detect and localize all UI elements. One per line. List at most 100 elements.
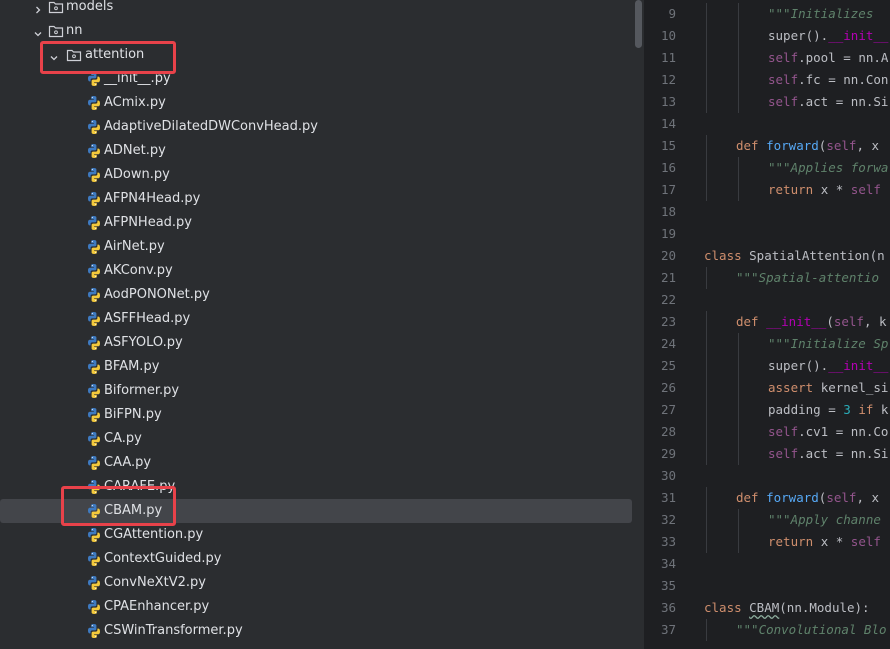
- tree-item-convnextv2-py[interactable]: ConvNeXtV2.py: [0, 571, 632, 595]
- tree-item-attention[interactable]: attention: [0, 43, 632, 67]
- python-file-icon: [86, 431, 102, 447]
- tree-item-carafe-py[interactable]: CARAFE.py: [0, 475, 632, 499]
- python-file-icon: [86, 191, 102, 207]
- tree-item-airnet-py[interactable]: AirNet.py: [0, 235, 632, 259]
- tree-item-ca-py[interactable]: CA.py: [0, 427, 632, 451]
- code-line[interactable]: class CBAM(nn.Module):: [704, 597, 870, 619]
- project-tree[interactable]: models nn attention __init__.py ACmix.py Adap…: [0, 0, 644, 649]
- code-line[interactable]: super().__init__: [768, 25, 888, 47]
- python-file-icon: [86, 359, 102, 375]
- code-token: """Convolutional Blo: [736, 622, 887, 637]
- code-token: return: [768, 534, 821, 549]
- line-number: 29: [660, 446, 676, 461]
- line-number: 24: [660, 336, 676, 351]
- line-number: 28: [660, 424, 676, 439]
- code-line[interactable]: self.act = nn.Si: [768, 443, 888, 465]
- tree-item-cbam-py[interactable]: CBAM.py: [0, 499, 632, 523]
- python-file-icon: [86, 215, 102, 231]
- code-line[interactable]: """Applies forwa: [768, 157, 888, 179]
- code-line[interactable]: return x * self: [768, 179, 881, 201]
- line-number: 18: [660, 204, 676, 219]
- code-line[interactable]: assert kernel_si: [768, 377, 888, 399]
- indent-guide: [738, 91, 739, 113]
- tree-item-adnet-py[interactable]: ADNet.py: [0, 139, 632, 163]
- code-line[interactable]: def forward(self, x: [736, 135, 879, 157]
- code-line[interactable]: """Initializes: [768, 3, 881, 25]
- indent-guide: [706, 333, 707, 355]
- indent-guide: [706, 267, 707, 289]
- chevron-down-icon[interactable]: [48, 49, 60, 61]
- tree-item-adown-py[interactable]: ADown.py: [0, 163, 632, 187]
- tree-item-akconv-py[interactable]: AKConv.py: [0, 259, 632, 283]
- line-number: 13: [660, 94, 676, 109]
- tree-item-bifpn-py[interactable]: BiFPN.py: [0, 403, 632, 427]
- code-token: , k: [863, 314, 887, 329]
- tree-item-cgattention-py[interactable]: CGAttention.py: [0, 523, 632, 547]
- chevron-right-icon[interactable]: [32, 1, 44, 14]
- code-token: self: [768, 72, 799, 87]
- code-line[interactable]: self.fc = nn.Con: [768, 69, 888, 91]
- line-number: 37: [660, 622, 676, 637]
- code-token: (nn.Module):: [779, 600, 870, 615]
- chevron-down-icon[interactable]: [32, 25, 44, 37]
- tree-item-caa-py[interactable]: CAA.py: [0, 451, 632, 475]
- python-file-icon: [86, 119, 102, 135]
- code-token: x *: [820, 534, 851, 549]
- tree-item-contextguided-py[interactable]: ContextGuided.py: [0, 547, 632, 571]
- code-line[interactable]: self.cv1 = nn.Co: [768, 421, 888, 443]
- code-line[interactable]: self.pool = nn.A: [768, 47, 888, 69]
- tree-item-adaptivedilateddwconvhead-py[interactable]: AdaptiveDilatedDWConvHead.py: [0, 115, 632, 139]
- line-number: 34: [660, 556, 676, 571]
- code-token: , x: [856, 138, 880, 153]
- python-file-icon: [86, 311, 102, 327]
- code-token: super().: [768, 28, 829, 43]
- code-token: kernel_si: [820, 380, 889, 395]
- code-line[interactable]: """Convolutional Blo: [736, 619, 887, 641]
- tree-item-label: AFPN4Head.py: [104, 191, 201, 206]
- tree-item-aodpononet-py[interactable]: AodPONONet.py: [0, 283, 632, 307]
- indent-guide: [738, 531, 739, 553]
- line-number: 35: [660, 578, 676, 593]
- tree-item-afpn4head-py[interactable]: AFPN4Head.py: [0, 187, 632, 211]
- tree-item-label: ConvNeXtV2.py: [104, 575, 206, 590]
- indent-guide: [706, 69, 707, 91]
- line-number: 20: [660, 248, 676, 263]
- tree-item-bfam-py[interactable]: BFAM.py: [0, 355, 632, 379]
- tree-item-nn[interactable]: nn: [0, 19, 632, 43]
- code-line[interactable]: """Initialize Sp: [768, 333, 888, 355]
- tree-item-acmix-py[interactable]: ACmix.py: [0, 91, 632, 115]
- code-token: super().: [768, 358, 829, 373]
- code-line[interactable]: padding = 3 if k: [768, 399, 888, 421]
- code-line[interactable]: def forward(self, x: [736, 487, 879, 509]
- python-file-icon: [86, 503, 102, 519]
- tree-scrollbar[interactable]: [635, 0, 642, 48]
- code-line[interactable]: super().__init__(: [768, 355, 890, 377]
- indent-guide: [738, 179, 739, 201]
- tree-item-cpaenhancer-py[interactable]: CPAEnhancer.py: [0, 595, 632, 619]
- tree-item-biformer-py[interactable]: Biformer.py: [0, 379, 632, 403]
- tree-item-label: Biformer.py: [104, 383, 180, 398]
- code-token: """Initializes: [768, 6, 881, 21]
- code-token: """Spatial-attentio: [736, 270, 879, 285]
- line-number: 33: [660, 534, 676, 549]
- indent-guide: [738, 333, 739, 355]
- tree-item-cswintransformer-py[interactable]: CSWinTransformer.py: [0, 619, 632, 643]
- tree-item-asffhead-py[interactable]: ASFFHead.py: [0, 307, 632, 331]
- code-line[interactable]: return x * self: [768, 531, 881, 553]
- code-token: (: [826, 314, 834, 329]
- code-line[interactable]: """Apply channe: [768, 509, 881, 531]
- code-line[interactable]: def __init__(self, k: [736, 311, 887, 333]
- code-line[interactable]: self.act = nn.Si: [768, 91, 888, 113]
- code-token: __init__: [828, 28, 889, 43]
- code-line[interactable]: class SpatialAttention(n: [704, 245, 885, 267]
- tree-item-afpnhead-py[interactable]: AFPNHead.py: [0, 211, 632, 235]
- code-token: return: [768, 182, 821, 197]
- code-editor[interactable]: 9 10 11 12 13 14 15 16 17 18 19 20 21 22 23 24 25 26 27 28 2…: [644, 0, 890, 649]
- tree-item-asfyolo-py[interactable]: ASFYOLO.py: [0, 331, 632, 355]
- code-token: if: [850, 402, 881, 417]
- code-line[interactable]: """Spatial-attentio: [736, 267, 879, 289]
- code-token: self: [833, 314, 864, 329]
- tree-item-init-py[interactable]: __init__.py: [0, 67, 632, 91]
- tree-item-models[interactable]: models: [0, 0, 632, 19]
- code-token: .pool = nn.A: [798, 50, 889, 65]
